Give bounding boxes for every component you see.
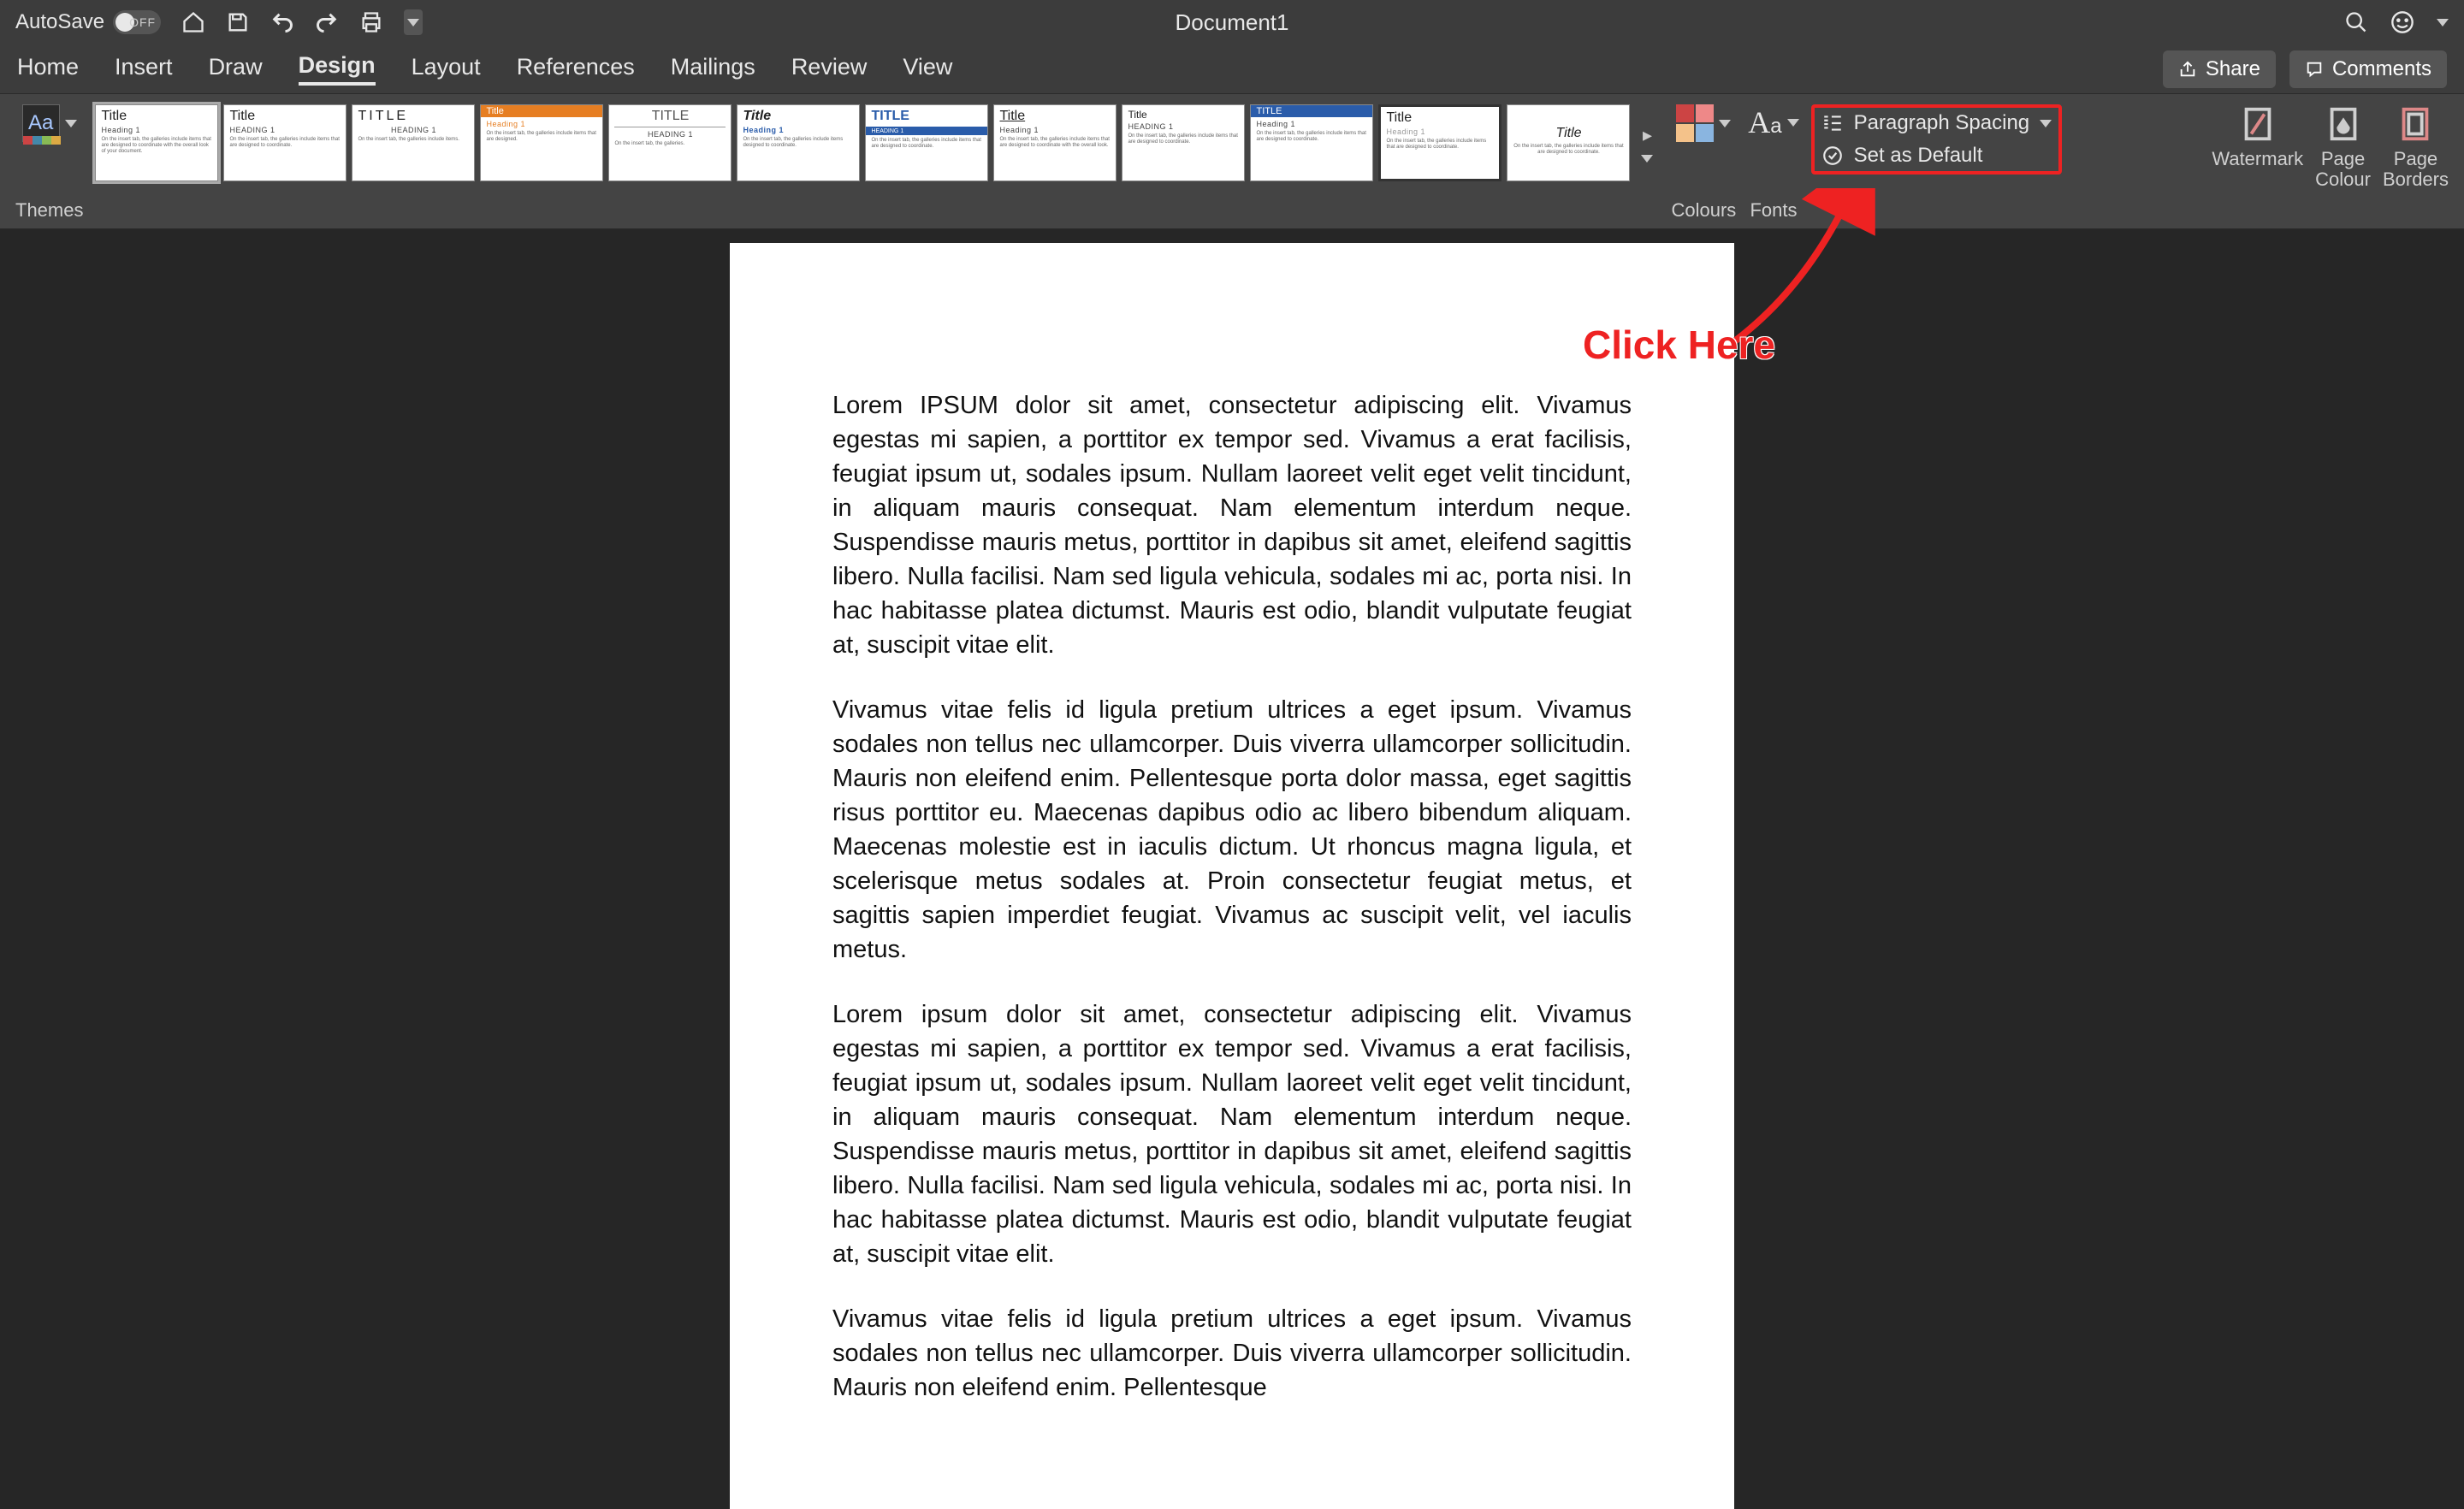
- quick-access-toolbar: [181, 9, 423, 35]
- page-colour-icon: [2324, 104, 2363, 144]
- fonts-label: Fonts: [1750, 199, 1797, 222]
- style-tile[interactable]: TITLEHeading 1On the insert tab, the gal…: [1250, 104, 1373, 181]
- style-tile[interactable]: TitleHEADING 1On the insert tab, the gal…: [223, 104, 346, 181]
- style-tile[interactable]: TitleOn the insert tab, the galleries in…: [1507, 104, 1630, 181]
- style-tile[interactable]: TitleHeading 1On the insert tab, the gal…: [1378, 104, 1502, 181]
- paragraph-spacing-highlight: Paragraph Spacing Set as Default: [1811, 104, 2062, 175]
- colours-dropdown-icon[interactable]: [1719, 120, 1731, 127]
- check-circle-icon: [1821, 145, 1844, 167]
- style-tile[interactable]: TITLEHEADING 1On the insert tab, the gal…: [865, 104, 988, 181]
- share-button[interactable]: Share: [2163, 50, 2276, 88]
- tab-references[interactable]: References: [517, 54, 635, 84]
- tab-draw[interactable]: Draw: [209, 54, 263, 84]
- tab-layout[interactable]: Layout: [412, 54, 481, 84]
- style-tile[interactable]: TitleHeading 1On the insert tab, the gal…: [95, 104, 218, 181]
- print-icon[interactable]: [359, 10, 383, 34]
- share-icon: [2178, 60, 2197, 79]
- page-colour-label: Page Colour: [2315, 149, 2371, 190]
- colours-group: Colours: [1671, 104, 1736, 222]
- comments-label: Comments: [2332, 57, 2431, 81]
- smiley-icon[interactable]: [2390, 10, 2414, 34]
- colours-label: Colours: [1671, 199, 1736, 222]
- toggle-switch[interactable]: OFF: [113, 10, 161, 34]
- comments-button[interactable]: Comments: [2289, 50, 2447, 88]
- fonts-group: Aa Fonts: [1748, 104, 1798, 222]
- themes-icon[interactable]: Aa: [22, 104, 60, 142]
- tab-view[interactable]: View: [903, 54, 952, 84]
- set-default-button[interactable]: Set as Default: [1821, 144, 2052, 168]
- gallery-more-icon[interactable]: ▸: [1635, 104, 1659, 181]
- style-tile[interactable]: TITLEHEADING 1On the insert tab, the gal…: [608, 104, 732, 181]
- themes-label: Themes: [15, 199, 83, 222]
- fonts-dropdown-icon[interactable]: [1787, 119, 1799, 127]
- paragraph-spacing-label: Paragraph Spacing: [1854, 111, 2029, 135]
- fonts-icon[interactable]: Aa: [1748, 104, 1781, 140]
- share-label: Share: [2206, 57, 2260, 81]
- ribbon-design: Aa Themes TitleHeading 1On the insert ta…: [0, 94, 2464, 229]
- themes-group: Aa Themes: [15, 104, 83, 222]
- tab-insert[interactable]: Insert: [115, 54, 173, 84]
- watermark-icon: [2238, 104, 2277, 144]
- themes-dropdown-icon[interactable]: [65, 120, 77, 127]
- set-default-label: Set as Default: [1854, 144, 1983, 168]
- page-colour-button[interactable]: Page Colour: [2315, 104, 2371, 190]
- spacing-icon: [1821, 112, 1844, 134]
- autosave-label: AutoSave: [15, 10, 104, 34]
- document-canvas[interactable]: Lorem IPSUM dolor sit amet, consectetur …: [0, 229, 2464, 1509]
- style-tile[interactable]: TitleHeading 1On the insert tab, the gal…: [480, 104, 603, 181]
- search-icon[interactable]: [2344, 10, 2368, 34]
- redo-icon[interactable]: [315, 10, 339, 34]
- titlebar: AutoSave OFF Document1: [0, 0, 2464, 44]
- page-borders-icon: [2396, 104, 2435, 144]
- tab-home[interactable]: Home: [17, 54, 79, 84]
- page-borders-label: Page Borders: [2383, 149, 2449, 190]
- autosave-toggle[interactable]: AutoSave OFF: [15, 10, 161, 34]
- paragraph-spacing-button[interactable]: Paragraph Spacing: [1821, 111, 2052, 135]
- style-tile[interactable]: TITLEHEADING 1On the insert tab, the gal…: [352, 104, 475, 181]
- page-borders-button[interactable]: Page Borders: [2383, 104, 2449, 190]
- chevron-down-icon: [2040, 120, 2052, 127]
- home-icon[interactable]: [181, 10, 205, 34]
- autosave-state: OFF: [129, 15, 156, 29]
- paragraph: Vivamus vitae felis id ligula pretium ul…: [832, 1302, 1632, 1405]
- paragraph: Vivamus vitae felis id ligula pretium ul…: [832, 693, 1632, 967]
- chevron-down-icon[interactable]: [2437, 19, 2449, 27]
- tab-mailings[interactable]: Mailings: [671, 54, 755, 84]
- style-tile[interactable]: TitleHeading 1On the insert tab, the gal…: [737, 104, 860, 181]
- colours-icon[interactable]: [1676, 104, 1714, 142]
- paragraph: Lorem ipsum dolor sit amet, consectetur …: [832, 997, 1632, 1271]
- save-icon[interactable]: [226, 10, 250, 34]
- watermark-button[interactable]: Watermark: [2212, 104, 2303, 169]
- tab-review[interactable]: Review: [791, 54, 868, 84]
- style-tile[interactable]: TitleHeading 1On the insert tab, the gal…: [993, 104, 1116, 181]
- qat-more-icon[interactable]: [404, 9, 423, 35]
- document-title: Document1: [1176, 9, 1289, 36]
- comment-icon: [2305, 60, 2324, 79]
- ribbon-tabs: Home Insert Draw Design Layout Reference…: [0, 44, 2464, 94]
- watermark-label: Watermark: [2212, 149, 2303, 169]
- style-tile[interactable]: TitleHEADING 1On the insert tab, the gal…: [1122, 104, 1245, 181]
- paragraph: Lorem IPSUM dolor sit amet, consectetur …: [832, 388, 1632, 662]
- tab-design[interactable]: Design: [299, 52, 376, 86]
- document-page: Lorem IPSUM dolor sit amet, consectetur …: [730, 243, 1734, 1509]
- annotation-text: Click Here: [1583, 322, 1775, 368]
- style-gallery: TitleHeading 1On the insert tab, the gal…: [95, 104, 1659, 181]
- undo-icon[interactable]: [270, 10, 294, 34]
